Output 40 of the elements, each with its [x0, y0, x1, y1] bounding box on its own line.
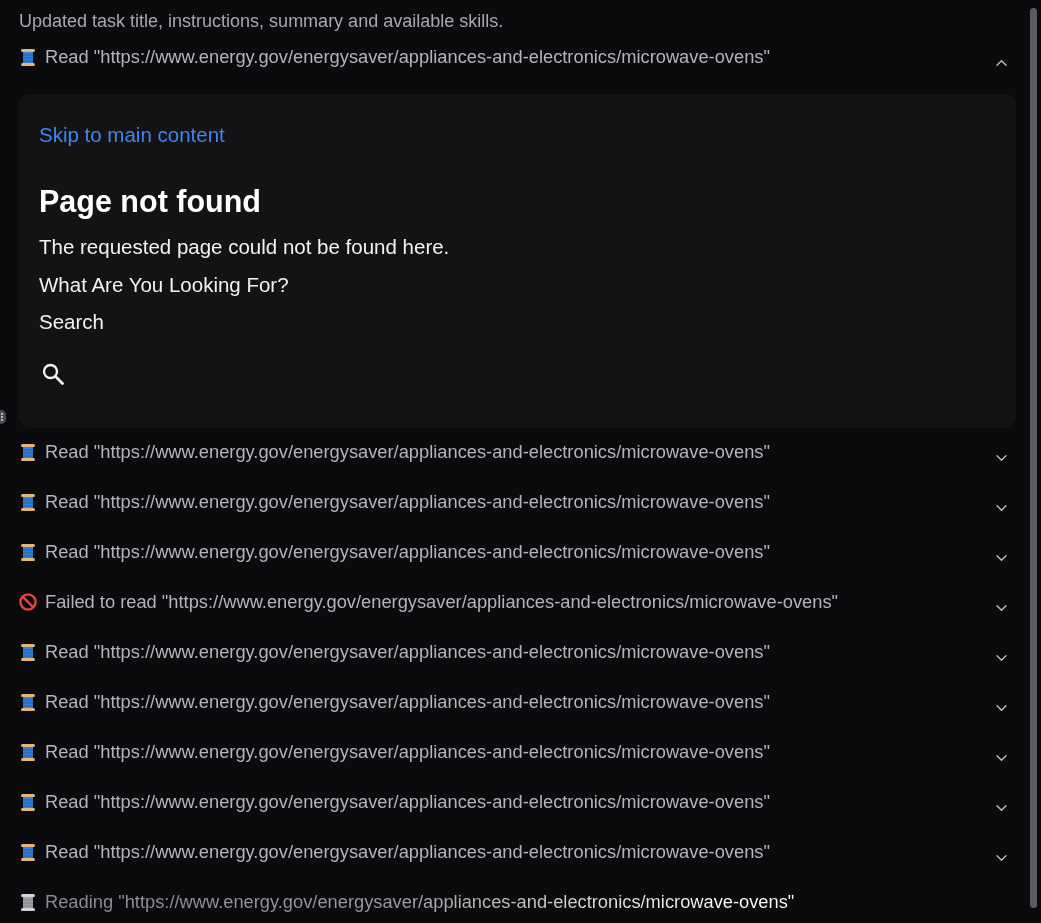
thread-spool-icon	[21, 643, 35, 661]
skip-link[interactable]: Skip to main content	[39, 122, 225, 148]
step-label: Read "https://www.energy.gov/energysaver/appliances-and-electronics/microwave-ovens"	[45, 441, 771, 463]
thread-spool-icon	[21, 793, 35, 811]
thread-spool-icon	[21, 48, 35, 66]
chevron-down-icon	[995, 655, 1007, 661]
step-label: Read "https://www.energy.gov/energysaver/appliances-and-electronics/microwave-ovens"	[45, 841, 771, 863]
thread-spool-icon	[21, 443, 35, 461]
step-label: Read "https://www.energy.gov/energysaver/appliances-and-electronics/microwave-ovens"	[45, 641, 771, 663]
step-label: Read "https://www.energy.gov/energysaver/appliances-and-electronics/microwave-ovens"	[45, 791, 771, 813]
thread-spool-icon	[21, 543, 35, 561]
step-label: Failed to read "https://www.energy.gov/energysaver/appliances-and-electronics/microwave-ovens"	[45, 591, 840, 613]
step-label: Read "https://www.energy.gov/energysaver/appliances-and-electronics/microwave-ovens"	[45, 491, 771, 513]
chevron-down-icon	[995, 605, 1007, 611]
thread-spool-icon	[21, 493, 35, 511]
page-text: What Are You Looking For?	[39, 272, 289, 298]
chevron-down-icon	[995, 805, 1007, 811]
step-label: Read "https://www.energy.gov/energysaver/appliances-and-electronics/microwave-ovens"	[45, 46, 771, 68]
page-text: The requested page could not be found here.	[39, 234, 450, 260]
step-label: Read "https://www.energy.gov/energysaver/appliances-and-electronics/microwave-ovens"	[45, 541, 771, 563]
page-text: Search	[39, 309, 104, 335]
drag-handle-icon[interactable]	[0, 410, 6, 424]
search-icon[interactable]	[42, 363, 64, 385]
chevron-down-icon	[995, 855, 1007, 861]
chevron-up-icon	[995, 60, 1007, 66]
chevron-down-icon	[995, 705, 1007, 711]
thread-spool-icon	[21, 893, 35, 911]
chevron-down-icon	[995, 505, 1007, 511]
prohibited-icon	[19, 593, 37, 611]
step-label: Read "https://www.energy.gov/energysaver/appliances-and-electronics/microwave-ovens"	[45, 741, 771, 763]
page-heading: Page not found	[39, 183, 261, 219]
chevron-down-icon	[995, 455, 1007, 461]
chevron-down-icon	[995, 755, 1007, 761]
status-message: Updated task title, instructions, summary and available skills.	[19, 10, 505, 32]
thread-spool-icon	[21, 843, 35, 861]
thread-spool-icon	[21, 743, 35, 761]
scrollbar-thumb[interactable]	[1030, 8, 1037, 908]
step-label: Read "https://www.energy.gov/energysaver/appliances-and-electronics/microwave-ovens"	[45, 691, 771, 713]
chevron-down-icon	[995, 555, 1007, 561]
thread-spool-icon	[21, 693, 35, 711]
